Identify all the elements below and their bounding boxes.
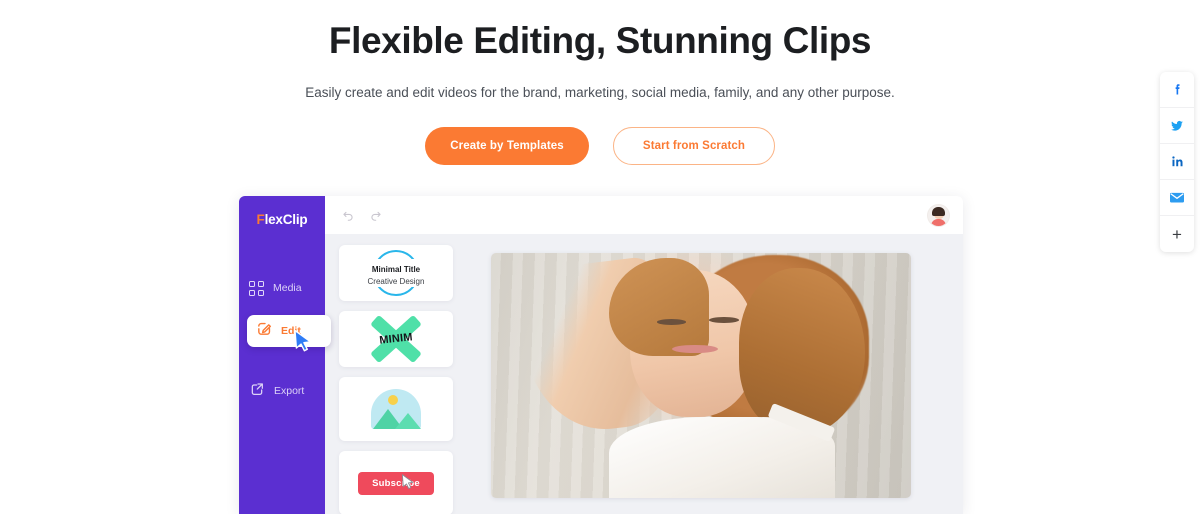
twitter-icon <box>1169 118 1185 134</box>
start-from-scratch-button[interactable]: Start from Scratch <box>613 127 775 165</box>
facebook-icon <box>1170 82 1185 97</box>
page-subtitle: Easily create and edit videos for the br… <box>305 85 895 100</box>
undo-icon[interactable] <box>341 208 355 222</box>
preview-hair-right <box>738 267 865 435</box>
sidebar-item-export[interactable]: Export <box>249 374 325 408</box>
template-card-image-placeholder[interactable] <box>339 377 453 441</box>
app-mockup: F lexClip Media Edit Export Minimal Titl… <box>239 196 963 514</box>
logo-wordmark: lexClip <box>264 212 308 227</box>
share-email-button[interactable] <box>1160 180 1194 216</box>
share-linkedin-button[interactable] <box>1160 144 1194 180</box>
hero-section: Flexible Editing, Stunning Clips Easily … <box>0 0 1200 165</box>
share-more-button[interactable]: + <box>1160 216 1194 252</box>
editor-toolbar <box>325 196 963 234</box>
sidebar-item-label-media: Media <box>273 282 302 294</box>
template-card-text: Minimal Title Creative Design <box>364 259 428 287</box>
user-avatar[interactable] <box>928 204 949 226</box>
avatar-body <box>931 218 946 226</box>
create-by-templates-button[interactable]: Create by Templates <box>425 127 589 165</box>
editor-sidebar: F lexClip Media Edit Export <box>239 196 331 514</box>
landing-page: Flexible Editing, Stunning Clips Easily … <box>0 0 1200 514</box>
template-title-line2: Creative Design <box>367 277 425 286</box>
subscribe-button-graphic: Subscribe <box>358 471 434 495</box>
logo-initial: F <box>256 212 265 227</box>
export-icon <box>249 381 265 402</box>
avatar-hair <box>932 206 945 216</box>
video-preview[interactable] <box>491 253 911 498</box>
flexclip-logo: F lexClip <box>239 212 325 227</box>
redo-icon[interactable] <box>369 208 383 222</box>
page-title: Flexible Editing, Stunning Clips <box>328 20 872 61</box>
sidebar-item-label-export: Export <box>274 385 305 397</box>
cta-row: Create by Templates Start from Scratch <box>0 127 1200 165</box>
preview-eye-left <box>656 319 687 326</box>
template-card-minimal-title[interactable]: Minimal Title Creative Design <box>339 245 453 301</box>
email-icon <box>1169 191 1185 204</box>
preview-eye-right <box>709 316 739 323</box>
plus-icon: + <box>1172 224 1182 244</box>
grid-icon <box>249 280 264 296</box>
pencil-square-icon <box>256 320 273 342</box>
social-share-rail: + <box>1160 72 1194 252</box>
linkedin-icon <box>1170 154 1185 169</box>
template-card-subscribe[interactable]: Subscribe <box>339 451 453 514</box>
history-controls <box>341 208 383 222</box>
sidebar-item-edit[interactable]: Edit <box>247 315 331 352</box>
sidebar-item-media[interactable]: Media <box>249 271 325 305</box>
template-card-minim-brush[interactable]: MINIM <box>339 311 453 367</box>
share-twitter-button[interactable] <box>1160 108 1194 144</box>
sidebar-item-label-edit: Edit <box>281 325 301 337</box>
landscape-image-icon <box>371 389 421 429</box>
template-panel: Minimal Title Creative Design MINIM Subs… <box>339 245 457 514</box>
template-title-line1: Minimal Title <box>371 265 421 274</box>
share-facebook-button[interactable] <box>1160 72 1194 108</box>
